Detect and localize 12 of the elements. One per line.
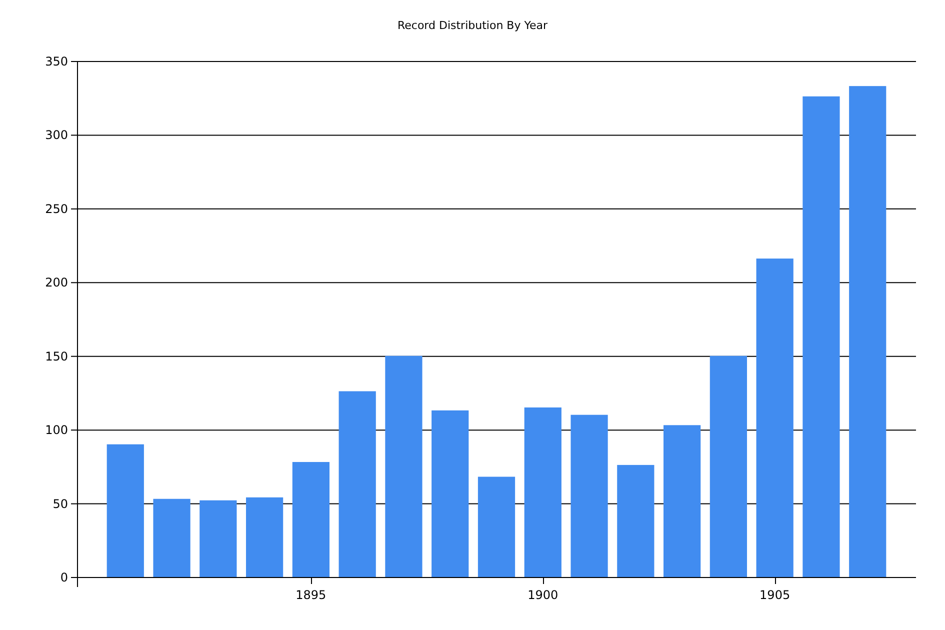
x-tick-label: 1905 [760,588,790,602]
y-tick-label: 100 [45,423,68,438]
chart-title: Record Distribution By Year [397,19,548,33]
y-tick-label: 200 [45,276,68,290]
y-tick-label: 50 [52,496,68,511]
x-tick-label: 1895 [296,588,326,602]
y-tick-label: 300 [45,128,68,142]
y-tick-label: 150 [45,349,68,364]
y-tick-label: 250 [45,202,68,216]
y-tick-label: 0 [60,570,68,584]
x-tick-label: 1900 [528,588,558,602]
y-tick-label: 350 [45,54,68,68]
